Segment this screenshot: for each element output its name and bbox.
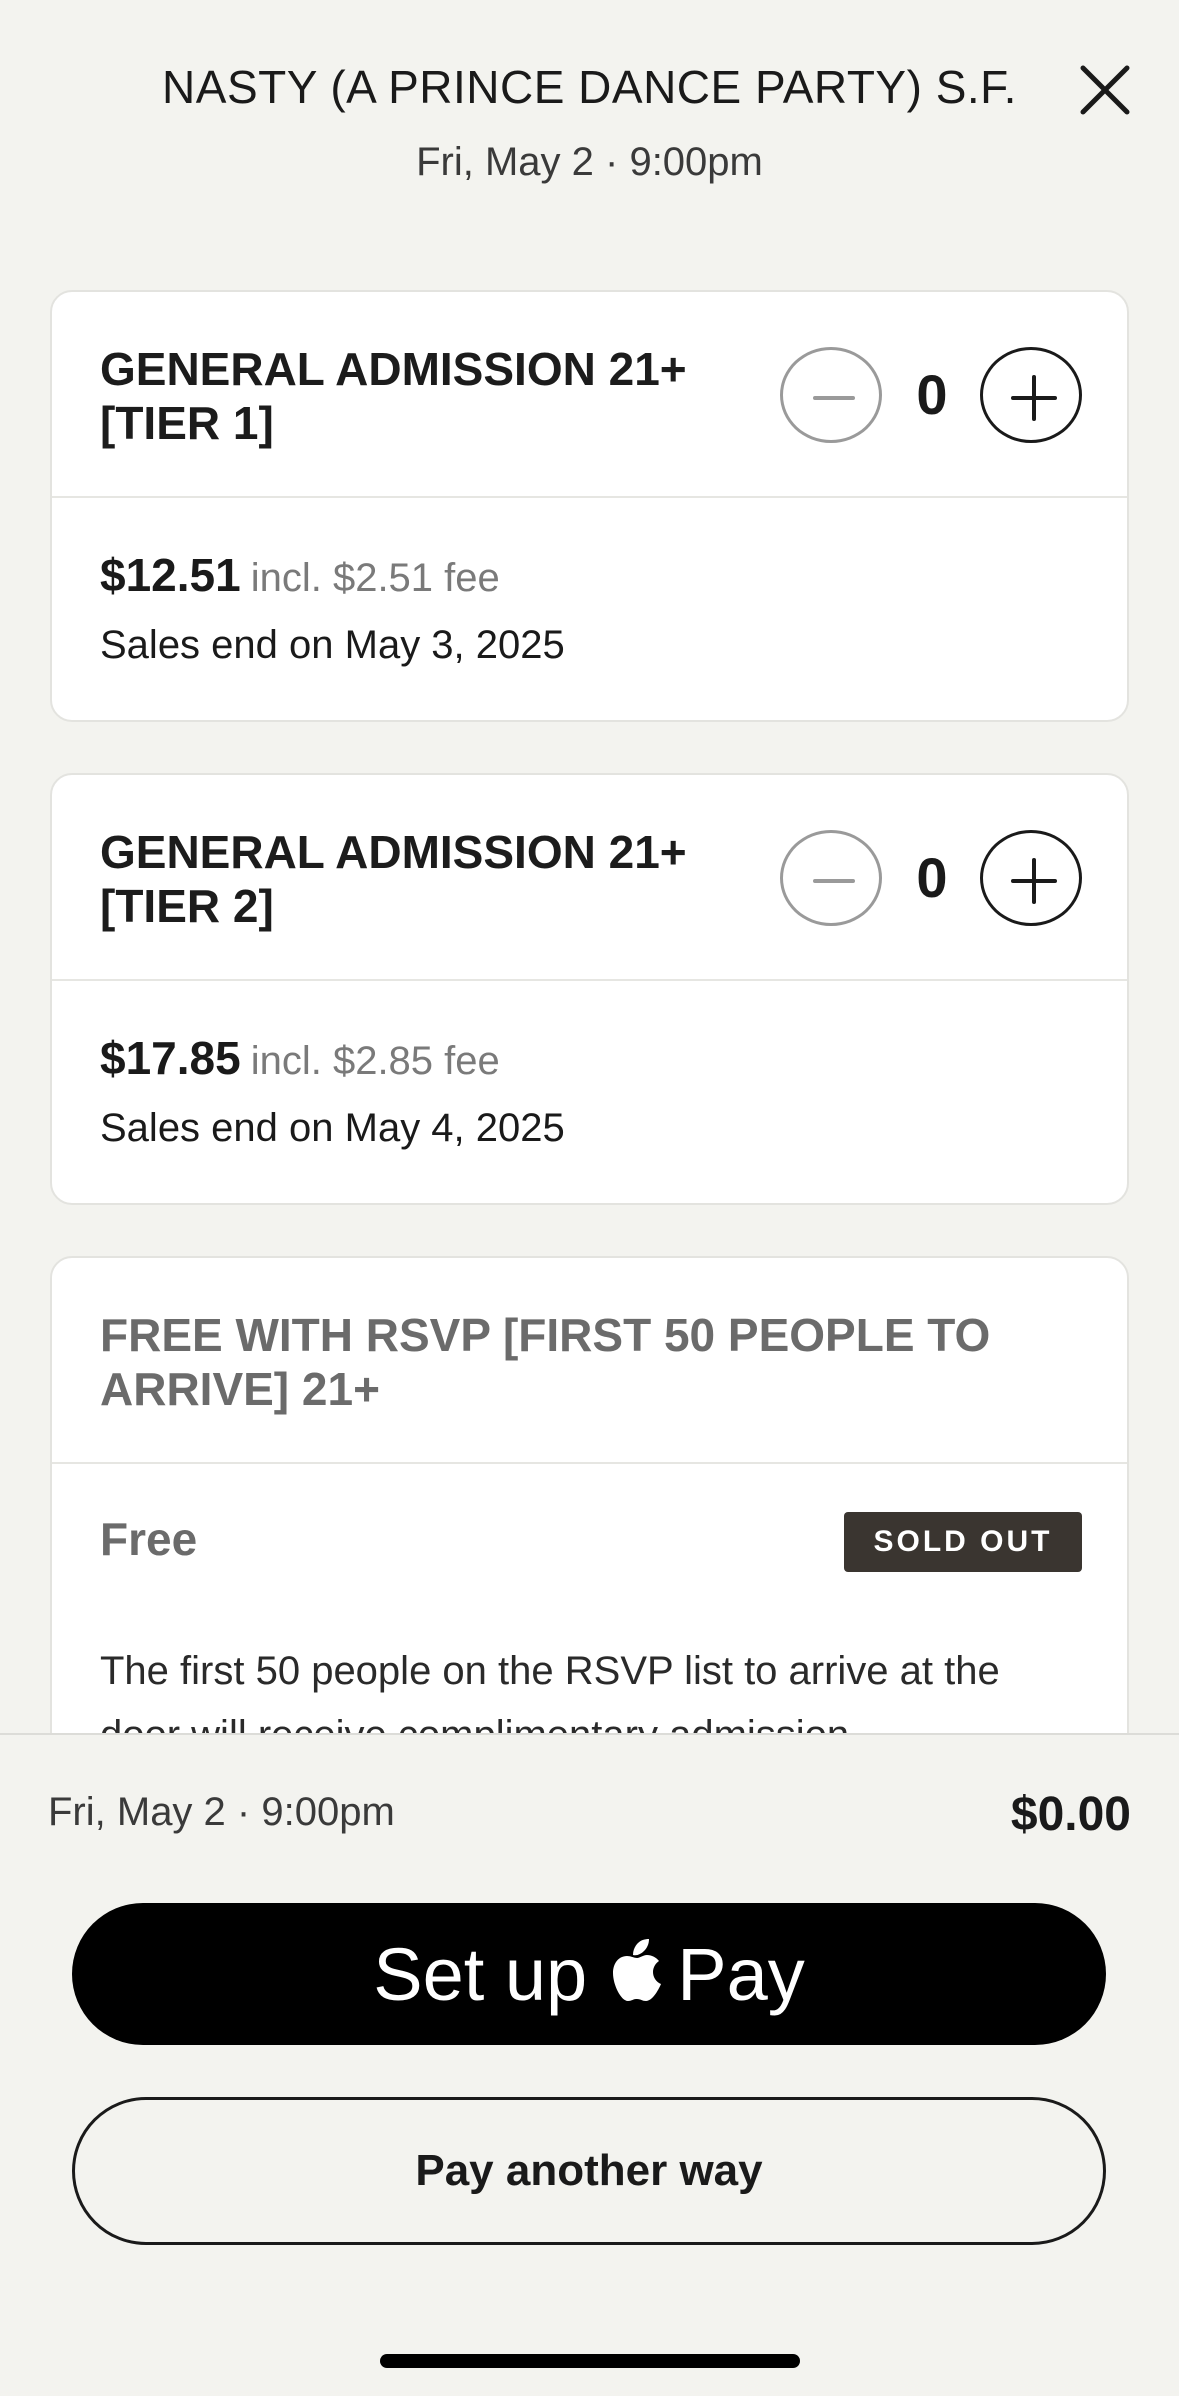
ticket-price: Free [100, 1513, 198, 1565]
ticket-fee: incl. $2.51 fee [250, 556, 500, 600]
sales-end-text: Sales end on May 3, 2025 [100, 623, 565, 667]
price-line: $17.85 incl. $2.85 fee [100, 1031, 500, 1085]
pay-another-way-button[interactable]: Pay another way [72, 2097, 1106, 2245]
ticket-name: GENERAL ADMISSION 21+ [TIER 1] [100, 343, 687, 449]
ticket-name: FREE WITH RSVP [FIRST 50 PEOPLE TO ARRIV… [100, 1309, 991, 1415]
ticket-header: GENERAL ADMISSION 21+ [TIER 2] 0 [52, 775, 1127, 981]
sales-end-text: Sales end on May 4, 2025 [100, 1106, 565, 1150]
minus-icon [813, 396, 855, 400]
quantity-value: 0 [916, 363, 948, 426]
event-title: NASTY (A PRINCE DANCE PARTY) S.F. [162, 61, 1017, 113]
ticket-details: $12.51 incl. $2.51 fee Sales end on May 3… [52, 498, 1127, 720]
applepay-suffix: Pay [677, 1932, 805, 2016]
increase-quantity-button[interactable] [980, 347, 1082, 443]
decrease-quantity-button[interactable] [780, 347, 882, 443]
sold-out-badge: SOLD OUT [844, 1512, 1082, 1572]
ticket-price: $17.85 [100, 1032, 241, 1084]
close-button[interactable] [1075, 60, 1135, 120]
ticket-fee: incl. $2.85 fee [250, 1039, 500, 1083]
event-date: Fri, May 2 · 9:00pm [416, 140, 763, 184]
ticket-card-free-rsvp: FREE WITH RSVP [FIRST 50 PEOPLE TO ARRIV… [50, 1256, 1129, 1733]
checkout-footer: Fri, May 2 · 9:00pm $0.00 Set up Pay Pay… [0, 1733, 1179, 2396]
plus-icon [1011, 858, 1057, 904]
home-indicator [380, 2354, 800, 2368]
close-icon [1080, 65, 1130, 115]
ticket-price: $12.51 [100, 549, 241, 601]
ticket-list[interactable]: GENERAL ADMISSION 21+ [TIER 1] 0 $12.51 i [0, 290, 1179, 1733]
plus-icon [1011, 375, 1057, 421]
applepay-prefix: Set up [373, 1932, 588, 2016]
ticket-details: Free SOLD OUT The first 50 people on the… [52, 1464, 1127, 1733]
order-total: $0.00 [1010, 1788, 1131, 1841]
ticket-card-tier-2: GENERAL ADMISSION 21+ [TIER 2] 0 $17.85 i [50, 773, 1129, 1205]
minus-icon [813, 879, 855, 883]
increase-quantity-button[interactable] [980, 830, 1082, 926]
checkout-screen: NASTY (A PRINCE DANCE PARTY) S.F. Fri, M… [0, 0, 1179, 2396]
footer-date: Fri, May 2 · 9:00pm [48, 1790, 395, 1834]
price-line: $12.51 incl. $2.51 fee [100, 548, 500, 602]
setup-apple-pay-button[interactable]: Set up Pay [72, 1903, 1106, 2045]
decrease-quantity-button[interactable] [780, 830, 882, 926]
header: NASTY (A PRINCE DANCE PARTY) S.F. Fri, M… [0, 0, 1179, 260]
ticket-details: $17.85 incl. $2.85 fee Sales end on May 4… [52, 981, 1127, 1203]
quantity-value: 0 [916, 846, 948, 909]
ticket-description: The first 50 people on the RSVP list to … [100, 1649, 1000, 1733]
apple-logo-icon [613, 1939, 662, 2001]
ticket-card-tier-1: GENERAL ADMISSION 21+ [TIER 1] 0 $12.51 i [50, 290, 1129, 722]
ticket-header: GENERAL ADMISSION 21+ [TIER 1] 0 [52, 292, 1127, 498]
ticket-header: FREE WITH RSVP [FIRST 50 PEOPLE TO ARRIV… [52, 1258, 1127, 1464]
ticket-name: GENERAL ADMISSION 21+ [TIER 2] [100, 826, 687, 932]
